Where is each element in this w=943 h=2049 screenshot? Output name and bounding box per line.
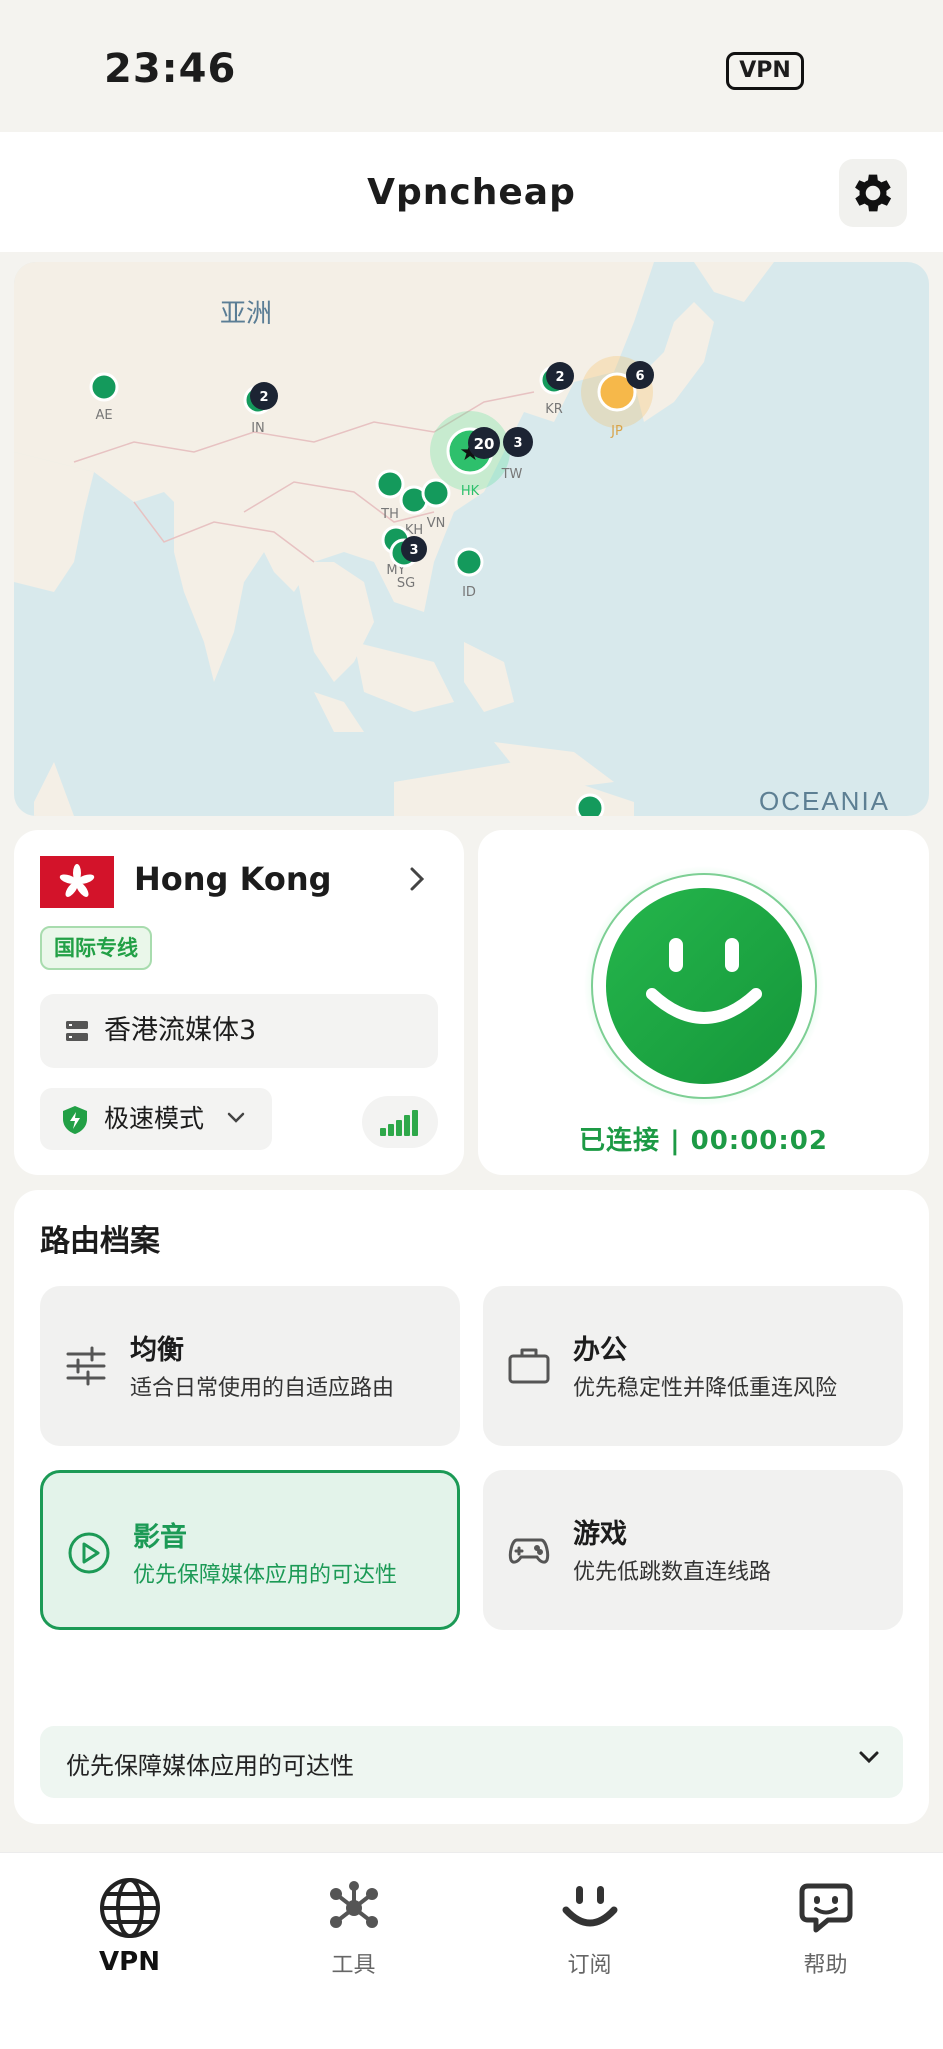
route-name: 游戏 (573, 1519, 627, 1550)
status-time: 23:46 (104, 46, 237, 92)
server-name: 香港流媒体3 (104, 1015, 257, 1046)
tab-help[interactable]: 帮助 (708, 1873, 943, 2003)
route-desc: 优先保障媒体应用的可达性 (133, 1563, 398, 1588)
country-name: Hong Kong (134, 860, 332, 898)
map-marker[interactable] (575, 793, 605, 816)
connection-card: 已连接 | 00:00:02 (478, 830, 929, 1175)
tab-label: 订阅 (567, 1953, 612, 1978)
marker-code: ID (462, 585, 476, 600)
server-map[interactable]: 亚洲 OCEANIA AE 2 IN TH KH VN MY 3 SG ID ★… (14, 262, 929, 816)
vpn-status-badge: VPN (726, 52, 804, 90)
smiley-icon (584, 866, 824, 1106)
settings-button[interactable] (839, 159, 907, 227)
speed-mode-dropdown[interactable]: 极速模式 (40, 1088, 272, 1150)
marker-code: SG (397, 576, 415, 591)
route-desc: 优先稳定性并降低重连风险 (573, 1376, 838, 1401)
marker-code: HK (461, 484, 480, 499)
network-icon (319, 1873, 389, 1943)
route-desc: 适合日常使用的自适应路由 (130, 1376, 395, 1401)
route-option-gaming[interactable]: 游戏 优先低跳数直连线路 (483, 1470, 903, 1630)
route-option-office[interactable]: 办公 优先稳定性并降低重连风险 (483, 1286, 903, 1446)
route-description-text: 优先保障媒体应用的可达性 (66, 1752, 354, 1780)
route-name: 均衡 (130, 1335, 184, 1366)
connection-status: 已连接 | 00:00:02 (579, 1126, 828, 1156)
app-title: Vpncheap (367, 172, 576, 213)
marker-code: KR (545, 402, 563, 417)
map-region-label: 亚洲 (220, 298, 272, 328)
gamepad-icon (507, 1528, 551, 1576)
tab-subscription[interactable]: 订阅 (472, 1873, 707, 2003)
chevron-right-icon[interactable] (406, 864, 428, 898)
marker-code: AE (95, 408, 112, 423)
chevron-down-icon (226, 1110, 246, 1129)
sliders-icon (64, 1344, 108, 1392)
line-type-tag: 国际专线 (40, 926, 152, 970)
marker-code: VN (427, 516, 446, 531)
marker-count: 20 (474, 435, 495, 453)
routing-section-title: 路由档案 (40, 1224, 160, 1259)
location-card[interactable]: Hong Kong 国际专线 香港流媒体3 极速模式 (14, 830, 464, 1175)
route-desc: 优先低跳数直连线路 (573, 1560, 772, 1585)
marker-count: 6 (635, 369, 644, 384)
signal-strength-button[interactable] (362, 1096, 438, 1148)
signal-bars-icon (380, 1110, 418, 1136)
bottom-tab-bar: VPN 工具 订阅 帮助 (0, 1852, 943, 2049)
tab-vpn[interactable]: VPN (12, 1873, 247, 2003)
chevron-down-icon (858, 1750, 880, 1770)
route-description-dropdown[interactable]: 优先保障媒体应用的可达性 (40, 1726, 903, 1798)
marker-code: TW (501, 467, 523, 482)
tab-label: 帮助 (803, 1953, 848, 1978)
tab-tools[interactable]: 工具 (236, 1873, 471, 2003)
gear-icon (855, 174, 892, 212)
map-ocean-label: OCEANIA (759, 786, 890, 816)
tab-label: 工具 (331, 1953, 376, 1978)
tab-label: VPN (99, 1947, 160, 1977)
marker-count: 2 (555, 370, 564, 385)
server-selector[interactable]: 香港流媒体3 (40, 994, 438, 1068)
connect-button[interactable] (584, 866, 824, 1110)
play-circle-icon (67, 1531, 111, 1579)
marker-count: 3 (409, 543, 418, 558)
hong-kong-flag (40, 856, 114, 908)
marker-code: JP (610, 424, 623, 439)
route-name: 影音 (133, 1522, 187, 1553)
server-icon (64, 1018, 90, 1048)
chat-bubble-icon (791, 1873, 861, 1943)
smile-icon (555, 1873, 625, 1943)
briefcase-icon (507, 1344, 551, 1392)
route-option-media[interactable]: 影音 优先保障媒体应用的可达性 (40, 1470, 460, 1630)
shield-bolt-icon (60, 1104, 90, 1140)
marker-code: IN (251, 421, 265, 436)
route-name: 办公 (573, 1335, 627, 1366)
marker-count: 3 (513, 436, 522, 451)
app-header: Vpncheap (0, 132, 943, 252)
route-option-balanced[interactable]: 均衡 适合日常使用的自适应路由 (40, 1286, 460, 1446)
speed-mode-label: 极速模式 (104, 1104, 205, 1133)
routing-profile-card: 路由档案 均衡 适合日常使用的自适应路由 办公 优先稳定性并降低重连风险 影音 … (14, 1190, 929, 1824)
globe-icon (95, 1873, 165, 1943)
marker-code: TH (380, 507, 399, 522)
marker-count: 2 (259, 390, 268, 405)
